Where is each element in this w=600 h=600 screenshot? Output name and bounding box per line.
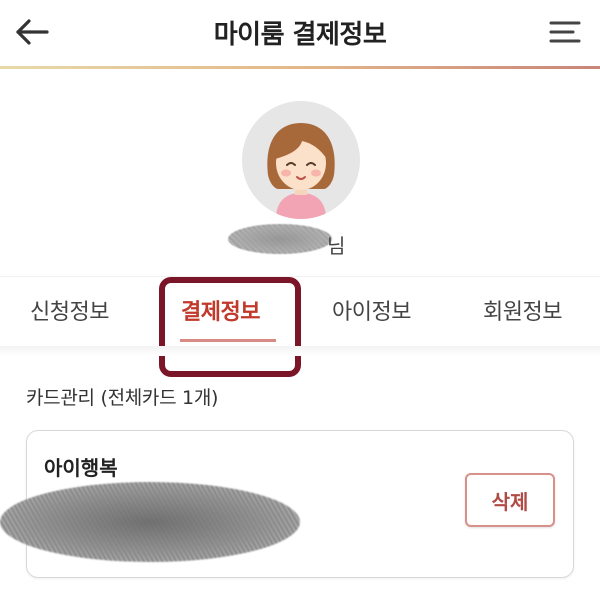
tab-member-info[interactable]: 회원정보 — [483, 294, 562, 326]
page-title: 마이룸 결제정보 — [213, 20, 387, 50]
girl-avatar-icon — [267, 123, 335, 219]
card-management-label: 카드관리 (전체카드 1개) — [26, 387, 219, 409]
delete-card-button[interactable]: 삭제 — [465, 473, 555, 527]
name-suffix: 님 — [327, 234, 346, 258]
tab-shadow-separator — [0, 346, 600, 356]
header-divider — [0, 66, 600, 69]
card-name: 아이행복 — [44, 456, 118, 480]
masked-card-number — [0, 482, 300, 562]
highlight-annotation-box — [159, 277, 301, 377]
hamburger-menu-icon — [549, 21, 581, 43]
avatar — [242, 101, 360, 219]
menu-button[interactable] — [548, 17, 584, 49]
tab-application-info[interactable]: 신청정보 — [30, 294, 109, 326]
app-header: 마이룸 결제정보 — [0, 0, 600, 66]
tab-child-info[interactable]: 아이정보 — [332, 294, 411, 326]
masked-user-name — [228, 224, 332, 254]
